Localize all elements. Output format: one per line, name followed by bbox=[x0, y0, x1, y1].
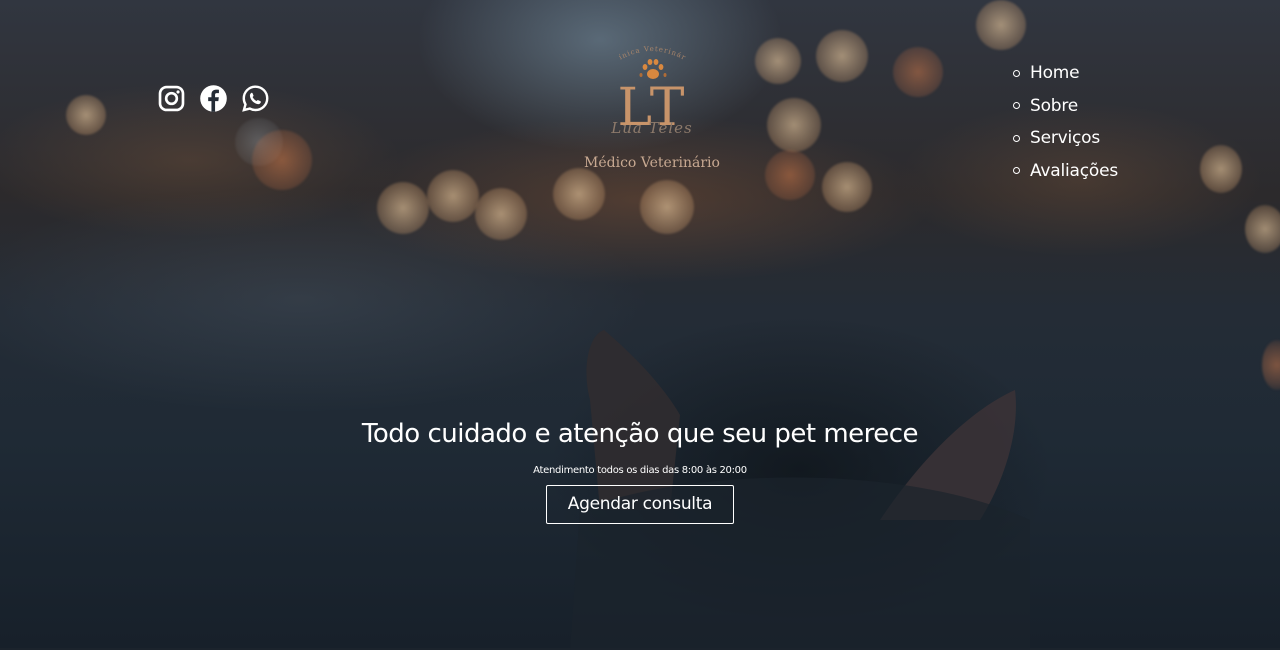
hero-title: Todo cuidado e atenção que seu pet merec… bbox=[361, 419, 919, 449]
social-links bbox=[157, 84, 270, 113]
nav-item-label: Serviços bbox=[1030, 128, 1101, 149]
logo-subtitle: Médico Veterinário bbox=[584, 155, 720, 171]
bullet-icon bbox=[1013, 69, 1020, 77]
logo-arc-label: Clínica Veterinária bbox=[572, 42, 687, 62]
opening-hours: Atendimento todos os dias das 8:00 às 20… bbox=[533, 465, 747, 476]
logo[interactable]: Clínica Veterinária LT Lua Teles Médico … bbox=[572, 42, 732, 182]
nav-item-avaliacoes[interactable]: Avaliações bbox=[1013, 155, 1118, 188]
nav-item-servicos[interactable]: Serviços bbox=[1013, 122, 1118, 155]
facebook-icon[interactable] bbox=[199, 84, 228, 113]
nav-item-label: Avaliações bbox=[1030, 160, 1119, 181]
bullet-icon bbox=[1013, 167, 1020, 175]
nav-item-sobre[interactable]: Sobre bbox=[1013, 90, 1118, 123]
nav-item-home[interactable]: Home bbox=[1013, 57, 1118, 90]
schedule-appointment-button[interactable]: Agendar consulta bbox=[546, 485, 734, 524]
nav-item-label: Home bbox=[1030, 63, 1080, 84]
main-nav: Home Sobre Serviços Avaliações bbox=[1013, 57, 1118, 187]
whatsapp-icon[interactable] bbox=[241, 84, 270, 113]
nav-item-label: Sobre bbox=[1030, 95, 1079, 116]
instagram-icon[interactable] bbox=[157, 84, 186, 113]
bullet-icon bbox=[1013, 102, 1020, 110]
bullet-icon bbox=[1013, 134, 1020, 142]
logo-signature: Lua Teles bbox=[611, 119, 693, 137]
svg-text:Clínica Veterinária: Clínica Veterinária bbox=[572, 42, 688, 62]
hero-section: Todo cuidado e atenção que seu pet merec… bbox=[0, 414, 1280, 524]
